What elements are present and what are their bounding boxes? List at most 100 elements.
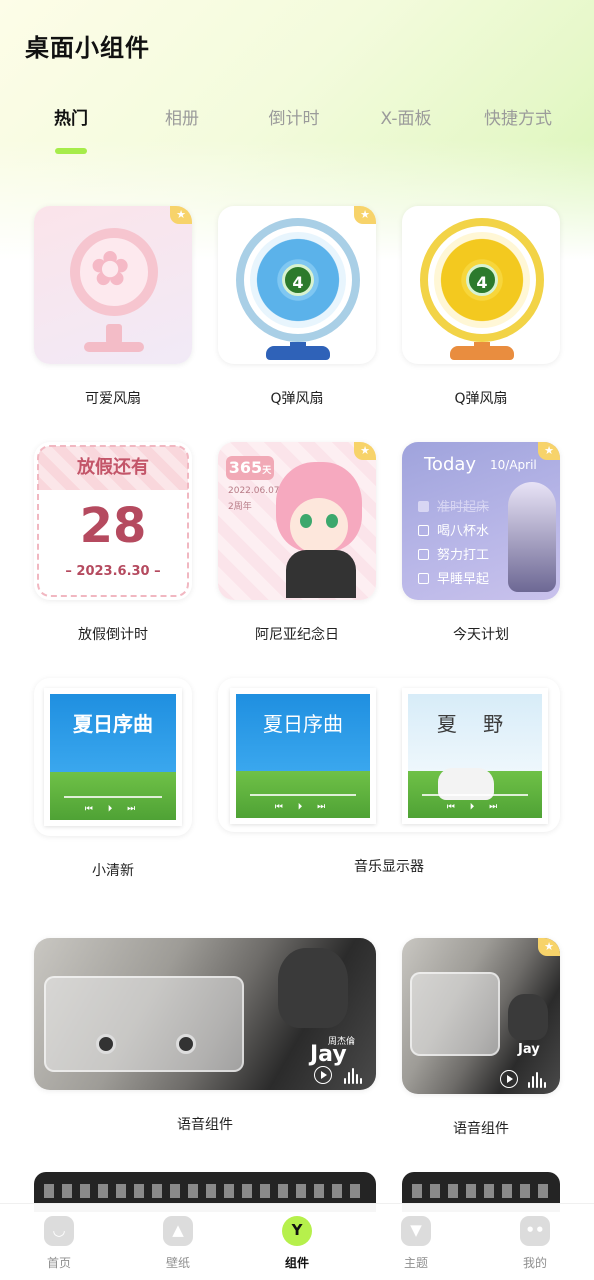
playback-controls-icon: ⏮ ⏵ ⏭ xyxy=(274,802,332,812)
todo-item: 努力打工 xyxy=(418,544,489,563)
voice-widget-small[interactable]: Jay ★ xyxy=(402,938,560,1094)
todo-item: 喝八杯水 xyxy=(418,520,489,539)
nav-label: 首页 xyxy=(46,1256,71,1270)
progress-bar xyxy=(64,796,162,798)
pink-fan-icon xyxy=(70,228,158,316)
jay-portrait xyxy=(508,994,548,1040)
fan-base xyxy=(266,346,330,360)
sound-wave-icon xyxy=(528,1072,546,1088)
fan-speed-badge: 4 xyxy=(466,264,498,296)
checkbox-icon xyxy=(418,525,429,536)
theme-icon: ▼ xyxy=(401,1216,431,1246)
anniversary-days-unit: 天 xyxy=(262,466,272,476)
tab-shortcuts[interactable]: 快捷方式 xyxy=(463,104,573,129)
film-strip-holes xyxy=(412,1184,550,1198)
nav-wallpaper[interactable]: ▲ 壁纸 xyxy=(138,1216,218,1271)
progress-bar xyxy=(250,794,356,796)
nav-home[interactable]: ◡ 首页 xyxy=(19,1216,99,1271)
widget-label: 阿尼亚纪念日 xyxy=(255,627,339,643)
jay-portrait xyxy=(278,948,348,1028)
vip-badge-icon: ★ xyxy=(170,206,192,224)
fan-base xyxy=(450,346,514,360)
tab-countdown[interactable]: 倒计时 xyxy=(239,104,349,129)
play-icon[interactable] xyxy=(500,1070,518,1088)
cover-text: Jay xyxy=(518,1042,540,1057)
voice-widget-large[interactable]: Jay 周杰倫 xyxy=(34,938,376,1090)
today-plan-widget[interactable]: Today 10/April 准时起床 喝八杯水 努力打工 早睡早起 ★ xyxy=(402,442,560,600)
anniversary-years: 2周年 xyxy=(228,502,252,512)
cute-fan-widget[interactable]: ★ xyxy=(34,206,192,364)
anya-eye xyxy=(326,514,338,528)
playback-controls-icon: ⏮ ⏵ ⏭ xyxy=(84,804,142,814)
cassette-image xyxy=(410,972,500,1056)
profile-icon: •• xyxy=(520,1216,550,1246)
widget-label: 今天计划 xyxy=(453,627,509,643)
todo-text: 努力打工 xyxy=(437,548,490,563)
album-title: 夏 野 xyxy=(436,712,514,736)
nav-label: 组件 xyxy=(284,1256,309,1270)
widget-label: Q弹风扇 xyxy=(270,391,324,407)
play-icon[interactable] xyxy=(314,1066,332,1084)
widget-label: 放假倒计时 xyxy=(78,627,148,643)
widget-label: 音乐显示器 xyxy=(354,859,424,875)
album-title: 夏日序曲 xyxy=(73,712,153,736)
page-title: 桌面小组件 xyxy=(25,34,150,62)
vip-badge-icon: ★ xyxy=(538,442,560,460)
cassette-reel xyxy=(176,1034,196,1054)
q-fan-blue-widget[interactable]: 4 ★ xyxy=(218,206,376,364)
checkbox-checked-icon xyxy=(418,501,429,512)
nav-label: 壁纸 xyxy=(165,1256,190,1270)
cassette-reel xyxy=(96,1034,116,1054)
widget-label: 语音组件 xyxy=(453,1121,509,1137)
anniversary-days: 365天 xyxy=(226,456,274,480)
todo-text: 早睡早起 xyxy=(437,572,490,587)
home-icon: ◡ xyxy=(44,1216,74,1246)
category-tabs: 热门 相册 倒计时 X-面板 快捷方式 xyxy=(0,104,594,156)
progress-bar xyxy=(422,794,528,796)
anya-body xyxy=(286,550,356,598)
anniversary-start-date: 2022.06.07 xyxy=(228,486,280,496)
today-title: Today xyxy=(424,454,477,475)
todo-item: 早睡早起 xyxy=(418,568,489,587)
vacation-countdown-widget[interactable]: 放假还有 28 – 2023.6.30 – xyxy=(34,442,192,600)
bottom-navigation: ◡ 首页 ▲ 壁纸 Y 组件 ▼ 主题 •• 我的 xyxy=(0,1203,594,1280)
nav-theme[interactable]: ▼ 主题 xyxy=(376,1216,456,1271)
music-display-widget[interactable]: 夏日序曲 ⏮ ⏵ ⏭ 夏 野 ⏮ ⏵ ⏭ xyxy=(218,678,560,832)
album-cover: 夏 野 ⏮ ⏵ ⏭ xyxy=(402,688,548,824)
widget-label: 小清新 xyxy=(92,863,134,879)
anniversary-days-value: 365 xyxy=(228,458,263,477)
anya-anniversary-widget[interactable]: 365天 2022.06.07 2周年 ★ xyxy=(218,442,376,600)
anime-girl-image xyxy=(508,482,556,592)
tab-hot[interactable]: 热门 xyxy=(16,104,126,129)
dashed-border xyxy=(37,445,189,597)
anya-eye xyxy=(300,514,312,528)
checkbox-icon xyxy=(418,573,429,584)
widget-icon-glyph: Y xyxy=(291,1221,303,1239)
playback-controls-icon: ⏮ ⏵ ⏭ xyxy=(446,802,504,812)
today-date: 10/April xyxy=(490,458,537,472)
widget-label: Q弹风扇 xyxy=(454,391,508,407)
vip-badge-icon: ★ xyxy=(354,206,376,224)
tab-x-panel[interactable]: X-面板 xyxy=(351,104,461,129)
fresh-music-widget[interactable]: 夏日序曲 ⏮ ⏵ ⏭ xyxy=(34,678,192,836)
film-strip-holes xyxy=(44,1184,366,1198)
sound-wave-icon xyxy=(344,1068,362,1084)
q-fan-yellow-widget[interactable]: 4 xyxy=(402,206,560,364)
album-cover: 夏日序曲 ⏮ ⏵ ⏭ xyxy=(230,688,376,824)
tab-album[interactable]: 相册 xyxy=(127,104,237,129)
artist-name: 周杰倫 xyxy=(328,1037,356,1047)
todo-text: 喝八杯水 xyxy=(437,524,490,539)
album-cover: 夏日序曲 ⏮ ⏵ ⏭ xyxy=(44,688,182,826)
anya-face xyxy=(290,498,348,554)
fan-stand xyxy=(106,324,122,344)
checkbox-icon xyxy=(418,549,429,560)
nav-profile[interactable]: •• 我的 xyxy=(495,1216,575,1271)
fan-speed-badge: 4 xyxy=(282,264,314,296)
tab-indicator xyxy=(55,148,87,154)
todo-item: 准时起床 xyxy=(418,496,489,515)
wallpaper-icon: ▲ xyxy=(163,1216,193,1246)
cassette-image xyxy=(44,976,244,1072)
nav-label: 我的 xyxy=(522,1256,547,1270)
widget-icon: Y xyxy=(282,1216,312,1246)
nav-widgets[interactable]: Y 组件 xyxy=(257,1216,337,1271)
